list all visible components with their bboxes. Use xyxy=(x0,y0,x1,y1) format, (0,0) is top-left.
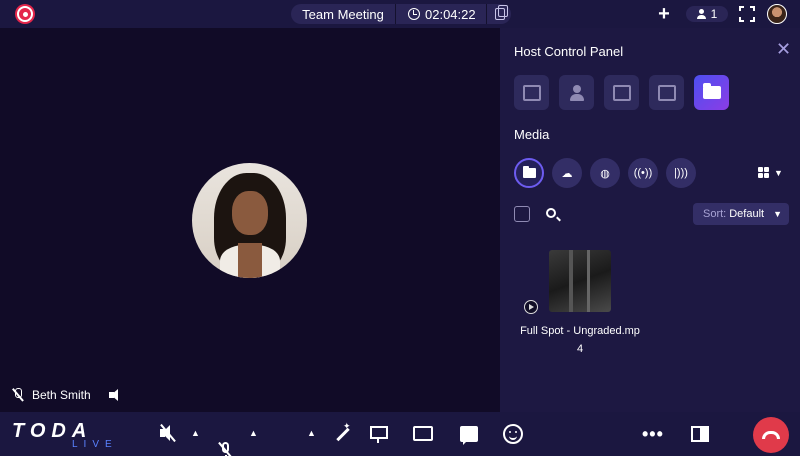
broadcast-icon: ((•)) xyxy=(633,167,653,179)
tab-media[interactable] xyxy=(694,75,729,110)
user-avatar[interactable] xyxy=(767,4,787,24)
participant-video-avatar xyxy=(192,163,307,278)
panel-title: Host Control Panel xyxy=(514,44,624,59)
mic-options-caret[interactable]: ▲ xyxy=(249,428,258,438)
layouts-icon xyxy=(522,84,541,101)
chevron-down-icon: ▼ xyxy=(773,209,783,219)
media-thumbnail xyxy=(549,250,611,312)
screen-share-icon xyxy=(657,84,676,101)
video-conference-app: Team Meeting 02:04:22 + 1 Beth Smith Hos… xyxy=(0,0,800,456)
media-audio-button[interactable]: |))) xyxy=(666,158,696,188)
close-icon[interactable]: ✕ xyxy=(776,40,791,58)
sidebar-layout-icon xyxy=(691,426,709,442)
grid-icon xyxy=(758,167,769,178)
tab-participants[interactable] xyxy=(559,75,594,110)
share-screen-button[interactable] xyxy=(413,424,433,444)
play-icon xyxy=(524,300,538,314)
speaker-toggle-button[interactable] xyxy=(158,424,178,442)
fullscreen-icon[interactable] xyxy=(739,6,755,22)
participant-name-tag: Beth Smith xyxy=(12,388,123,402)
mic-toggle-button[interactable] xyxy=(216,442,236,456)
elapsed-time: 02:04:22 xyxy=(425,6,476,22)
tab-layouts[interactable] xyxy=(514,75,549,110)
reactions-button[interactable] xyxy=(503,424,523,444)
speaker-options-caret[interactable]: ▲ xyxy=(191,428,200,438)
panel-tool-tabs xyxy=(514,75,729,110)
toggle-panel-button[interactable] xyxy=(691,424,709,444)
effects-button[interactable] xyxy=(333,421,351,444)
tab-screen-share[interactable] xyxy=(649,75,684,110)
bottom-control-bar: TODA LIVE ▲ ▲ ▲ ••• xyxy=(0,412,800,456)
top-bar: Team Meeting 02:04:22 + 1 xyxy=(0,0,800,28)
cloud-upload-icon: ☁ xyxy=(561,167,573,180)
meeting-title: Team Meeting xyxy=(302,6,384,22)
media-web-button[interactable]: ◍ xyxy=(590,158,620,188)
participant-count: 1 xyxy=(710,7,718,21)
audio-wave-icon: |))) xyxy=(674,167,688,179)
tab-banners[interactable] xyxy=(604,75,639,110)
mic-off-icon xyxy=(12,388,24,402)
presentation-icon xyxy=(369,425,388,443)
phone-hangup-icon xyxy=(762,431,780,439)
sort-dropdown[interactable]: Sort: Default ▼ xyxy=(693,203,789,225)
globe-icon: ◍ xyxy=(600,167,610,180)
camera-options-caret[interactable]: ▲ xyxy=(307,428,316,438)
speaker-off-icon xyxy=(108,389,123,401)
chevron-down-icon: ▼ xyxy=(774,167,783,178)
media-source-buttons: ☁ ◍ ((•)) |))) xyxy=(514,158,696,188)
select-all-checkbox[interactable] xyxy=(514,206,530,222)
copy-icon[interactable] xyxy=(495,5,508,20)
more-options-button[interactable]: ••• xyxy=(642,424,664,444)
divider xyxy=(486,4,487,24)
toda-live-logo: TODA LIVE xyxy=(12,420,128,450)
video-stage: Beth Smith xyxy=(0,28,500,412)
media-item-name: Full Spot - Ungraded.mp4 xyxy=(520,325,640,355)
screen-share-icon xyxy=(413,425,433,443)
meeting-timer: 02:04:22 xyxy=(396,7,486,22)
section-title: Media xyxy=(514,127,550,142)
person-icon xyxy=(569,84,585,101)
media-upload-button[interactable]: ☁ xyxy=(552,158,582,188)
emoji-icon xyxy=(503,424,523,444)
add-icon[interactable]: + xyxy=(655,4,673,24)
chat-icon xyxy=(460,426,478,445)
leave-call-button[interactable] xyxy=(753,417,789,453)
chat-button[interactable] xyxy=(460,424,478,445)
meeting-info-pill: Team Meeting 02:04:22 xyxy=(291,4,511,24)
participants-button[interactable]: 1 xyxy=(686,6,728,22)
media-folder-button[interactable] xyxy=(514,158,544,188)
media-item[interactable]: Full Spot - Ungraded.mp4 xyxy=(520,250,640,358)
search-icon[interactable] xyxy=(546,208,556,218)
participant-name: Beth Smith xyxy=(32,388,91,402)
folder-icon xyxy=(702,83,721,99)
sort-label: Sort: xyxy=(703,208,727,220)
record-icon[interactable] xyxy=(15,4,35,24)
magic-wand-icon xyxy=(333,421,351,443)
clock-icon xyxy=(408,8,420,20)
banner-icon xyxy=(612,84,631,101)
sort-value: Default xyxy=(729,208,765,220)
logo-sub: LIVE xyxy=(72,439,118,450)
folder-icon xyxy=(522,166,536,178)
whiteboard-button[interactable] xyxy=(369,424,388,444)
media-stream-button[interactable]: ((•)) xyxy=(628,158,658,188)
user-icon xyxy=(696,9,706,19)
host-control-panel: Host Control Panel ✕ Media ☁ ◍ ((•)) |))… xyxy=(500,28,800,412)
view-mode-toggle[interactable]: ▼ xyxy=(758,167,783,178)
